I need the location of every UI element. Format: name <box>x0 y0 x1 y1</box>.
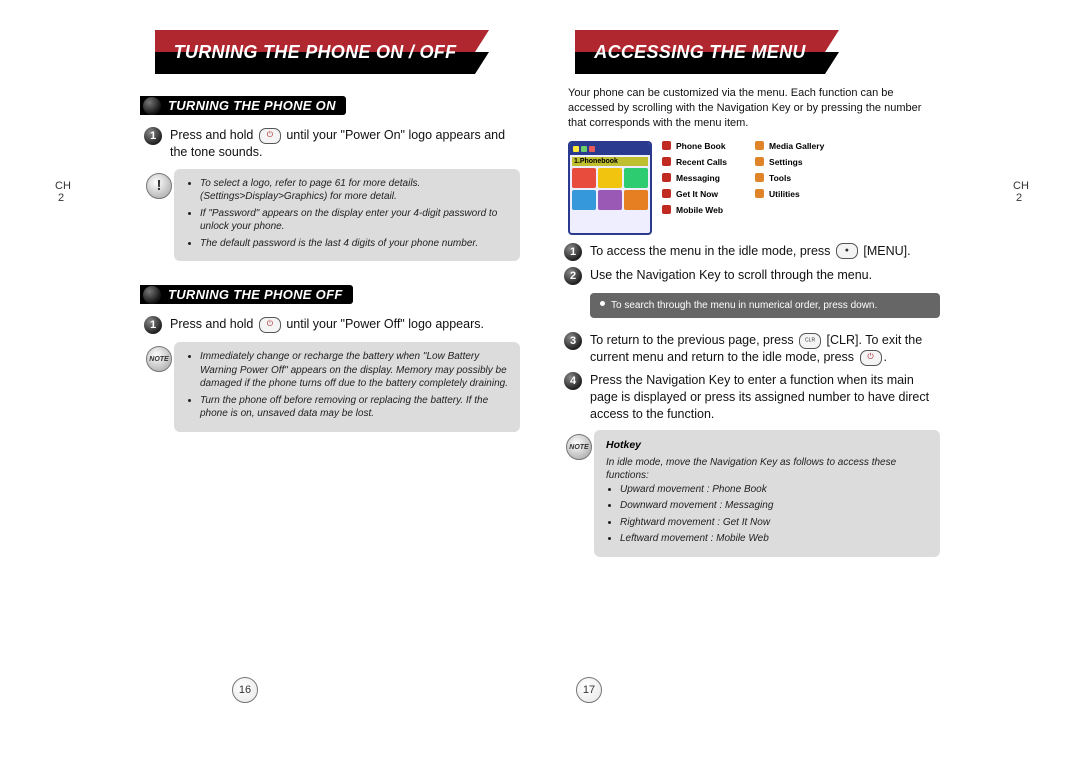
left-page: TURNING THE PHONE ON / OFF TURNING THE P… <box>140 30 520 571</box>
step-text: Press the Navigation Key to enter a func… <box>590 372 940 423</box>
note-icon: NOTE <box>566 434 592 460</box>
banner-left-title: TURNING THE PHONE ON / OFF <box>155 42 475 63</box>
step-access-1: 1 To access the menu in the idle mode, p… <box>564 243 940 261</box>
step-number: 2 <box>564 267 582 285</box>
tip-box: To search through the menu in numerical … <box>590 293 940 319</box>
menu-item: Media Gallery <box>755 141 824 151</box>
note-box-on: ! To select a logo, refer to page 61 for… <box>174 169 520 262</box>
page-number-left: 16 <box>232 677 258 703</box>
subhead-phone-on: TURNING THE PHONE ON <box>140 96 346 115</box>
right-page: ACCESSING THE MENU Your phone can be cus… <box>560 30 940 571</box>
menu-item: Messaging <box>662 173 727 183</box>
step-text: To access the menu in the idle mode, pre… <box>590 243 940 260</box>
menu-item: Tools <box>755 173 824 183</box>
chapter-label-left: CH2 <box>55 180 67 204</box>
step-number: 1 <box>144 316 162 334</box>
step-text: Use the Navigation Key to scroll through… <box>590 267 940 284</box>
step-off-1: 1 Press and hold until your "Power Off" … <box>144 316 520 334</box>
menu-item: Phone Book <box>662 141 727 151</box>
step-number: 1 <box>144 127 162 145</box>
step-text: Press and hold until your "Power Off" lo… <box>170 316 520 333</box>
power-key-icon <box>259 128 281 144</box>
note-icon: NOTE <box>146 346 172 372</box>
banner-right-title: ACCESSING THE MENU <box>575 42 825 63</box>
step-access-3: 3 To return to the previous page, press … <box>564 332 940 366</box>
power-key-icon <box>860 350 882 366</box>
intro-text: Your phone can be customized via the men… <box>568 86 940 131</box>
menu-list: Phone Book Recent Calls Messaging Get It… <box>662 141 824 215</box>
chapter-label-right: CH2 <box>1013 180 1025 204</box>
step-text: To return to the previous page, press [C… <box>590 332 940 366</box>
step-access-2: 2 Use the Navigation Key to scroll throu… <box>564 267 940 285</box>
subhead-phone-off: TURNING THE PHONE OFF <box>140 285 353 304</box>
power-key-icon <box>259 317 281 333</box>
banner-left: TURNING THE PHONE ON / OFF <box>155 30 475 74</box>
note-box-off: NOTE Immediately change or recharge the … <box>174 342 520 432</box>
step-text: Press and hold until your "Power On" log… <box>170 127 520 161</box>
step-access-4: 4 Press the Navigation Key to enter a fu… <box>564 372 940 423</box>
step-number: 3 <box>564 332 582 350</box>
step-on-1: 1 Press and hold until your "Power On" l… <box>144 127 520 161</box>
menu-item: Get It Now <box>662 189 727 199</box>
page-number-right: 17 <box>576 677 602 703</box>
menu-item: Recent Calls <box>662 157 727 167</box>
banner-right: ACCESSING THE MENU <box>575 30 825 74</box>
ok-key-icon <box>836 243 858 259</box>
step-number: 1 <box>564 243 582 261</box>
menu-item: Utilities <box>755 189 824 199</box>
step-number: 4 <box>564 372 582 390</box>
hotkey-title: Hotkey <box>606 438 928 452</box>
menu-item: Settings <box>755 157 824 167</box>
phone-screen-graphic: 1.Phonebook <box>568 141 652 235</box>
hotkey-box: NOTE Hotkey In idle mode, move the Navig… <box>594 430 940 556</box>
menu-figure: 1.Phonebook Phone Book Recent Calls Mess… <box>568 141 940 235</box>
clr-key-icon <box>799 333 821 349</box>
menu-item: Mobile Web <box>662 205 727 215</box>
alert-icon: ! <box>146 173 172 199</box>
